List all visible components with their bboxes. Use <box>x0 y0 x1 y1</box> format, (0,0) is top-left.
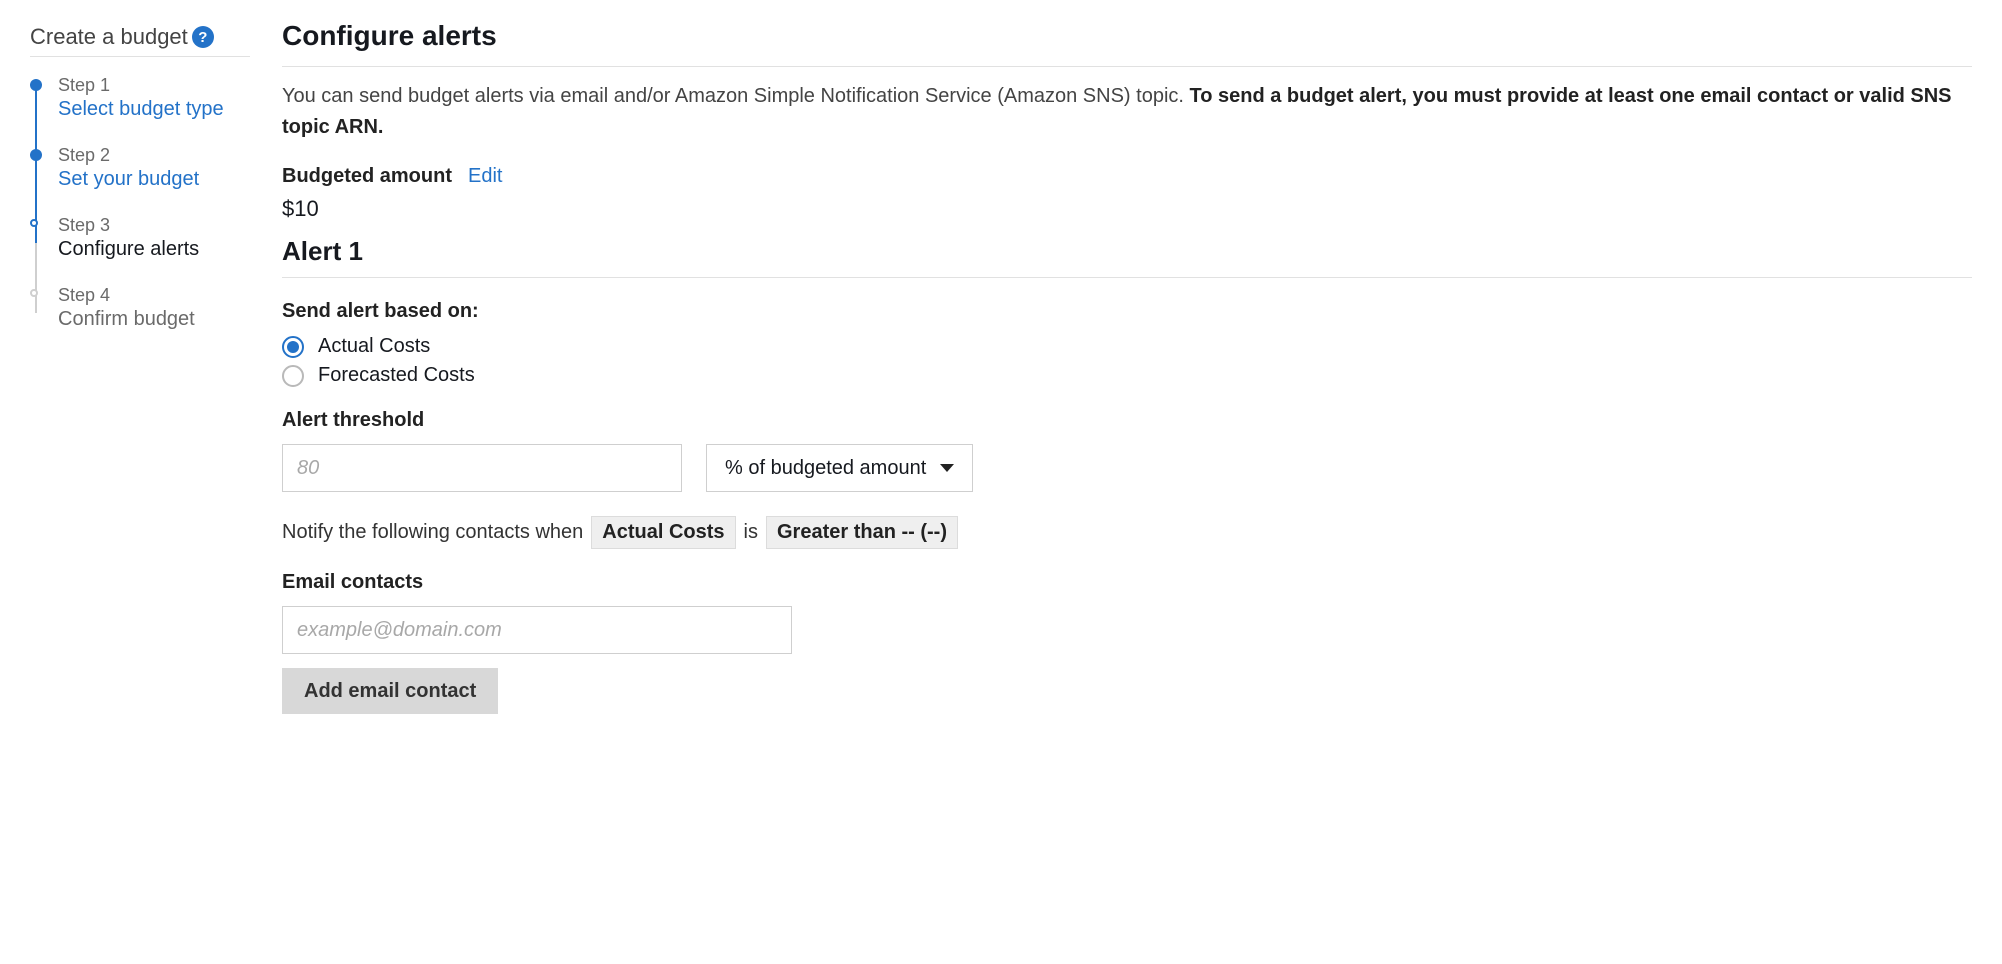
step-dot-icon <box>30 79 42 91</box>
step-dot-icon <box>30 219 38 227</box>
add-email-contact-button[interactable]: Add email contact <box>282 668 498 714</box>
step-label: Step 3 <box>58 215 250 236</box>
step-title: Configure alerts <box>58 238 250 261</box>
step-configure-alerts[interactable]: Step 3 Configure alerts <box>30 215 250 261</box>
step-label: Step 1 <box>58 75 250 96</box>
notify-mid: is <box>744 521 758 544</box>
threshold-input[interactable] <box>282 444 682 492</box>
step-confirm-budget[interactable]: Step 4 Confirm budget <box>30 285 250 331</box>
alert-threshold-label: Alert threshold <box>282 409 1972 432</box>
notify-chip-basis: Actual Costs <box>591 516 735 549</box>
radio-icon <box>282 365 304 387</box>
step-title: Confirm budget <box>58 308 250 331</box>
sidebar-title-text: Create a budget <box>30 24 188 50</box>
radio-label: Forecasted Costs <box>318 364 475 387</box>
notify-chip-condition: Greater than -- (--) <box>766 516 958 549</box>
budget-amount-value: $10 <box>282 196 1972 222</box>
notify-prefix: Notify the following contacts when <box>282 521 583 544</box>
select-label: % of budgeted amount <box>725 457 926 480</box>
budget-amount-label: Budgeted amount <box>282 165 452 188</box>
edit-budget-link[interactable]: Edit <box>468 165 502 188</box>
step-title: Set your budget <box>58 168 250 191</box>
step-dot-icon <box>30 149 42 161</box>
threshold-row: % of budgeted amount <box>282 444 1972 492</box>
alert-section-title: Alert 1 <box>282 236 1972 278</box>
step-label: Step 4 <box>58 285 250 306</box>
wizard-steps: Step 1 Select budget type Step 2 Set you… <box>30 75 250 331</box>
step-label: Step 2 <box>58 145 250 166</box>
sidebar-title: Create a budget ? <box>30 24 250 57</box>
step-select-budget-type[interactable]: Step 1 Select budget type <box>30 75 250 121</box>
desc-text: You can send budget alerts via email and… <box>282 85 1190 107</box>
chevron-down-icon <box>940 464 954 472</box>
radio-actual-costs[interactable]: Actual Costs <box>282 335 1972 358</box>
step-set-your-budget[interactable]: Step 2 Set your budget <box>30 145 250 191</box>
page-title: Configure alerts <box>282 20 1972 67</box>
radio-label: Actual Costs <box>318 335 430 358</box>
budget-amount-row: Budgeted amount Edit <box>282 165 1972 188</box>
radio-forecasted-costs[interactable]: Forecasted Costs <box>282 364 1972 387</box>
page-description: You can send budget alerts via email and… <box>282 81 1972 143</box>
alert-basis-label: Send alert based on: <box>282 300 1972 323</box>
email-contact-input[interactable] <box>282 606 792 654</box>
threshold-unit-select[interactable]: % of budgeted amount <box>706 444 973 492</box>
help-icon[interactable]: ? <box>192 26 214 48</box>
email-contacts-label: Email contacts <box>282 571 1972 594</box>
step-dot-icon <box>30 289 38 297</box>
radio-icon <box>282 336 304 358</box>
step-title: Select budget type <box>58 98 250 121</box>
wizard-sidebar: Create a budget ? Step 1 Select budget t… <box>30 20 250 714</box>
notify-summary: Notify the following contacts when Actua… <box>282 516 1972 549</box>
main-content: Configure alerts You can send budget ale… <box>282 20 1972 714</box>
